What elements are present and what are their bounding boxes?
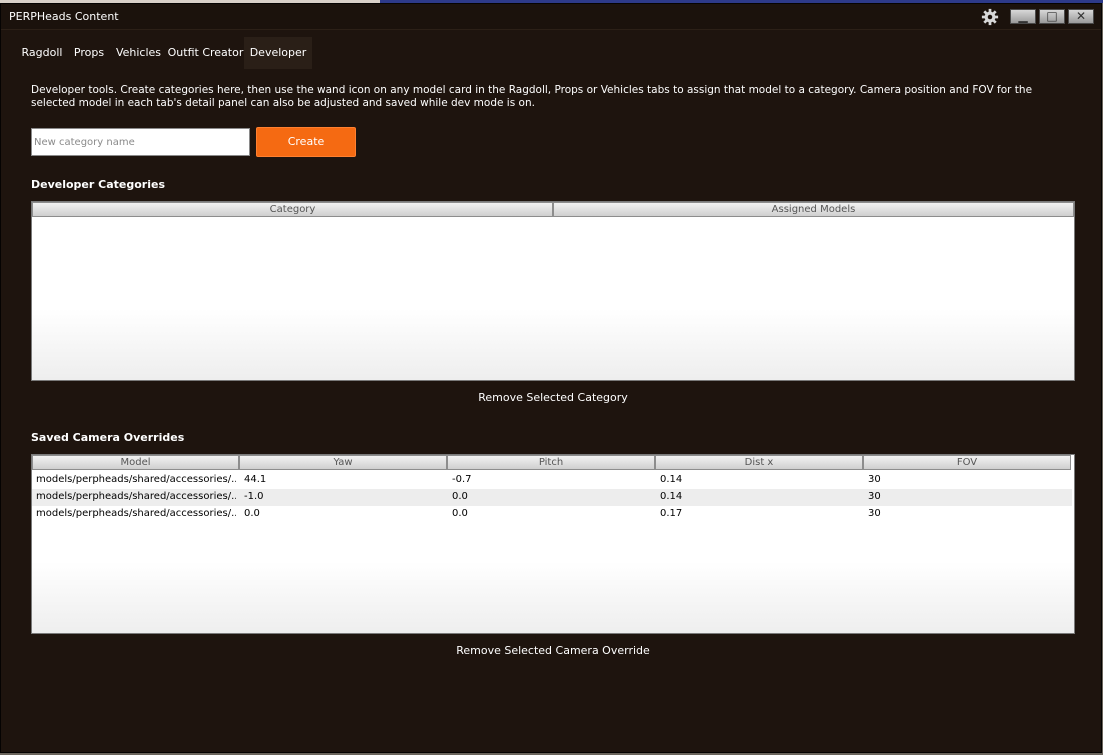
tab-outfit-creator[interactable]: Outfit Creator (167, 37, 244, 69)
cell-fov: 30 (868, 508, 881, 519)
table-row[interactable]: models/perpheads/shared/accessories/... … (32, 506, 1072, 523)
camera-overrides-title: Saved Camera Overrides (31, 431, 185, 444)
category-name-input[interactable]: New category name (31, 128, 250, 156)
column-header-assigned-models[interactable]: Assigned Models (553, 202, 1074, 217)
create-category-button[interactable]: Create (256, 127, 356, 157)
table-row[interactable]: models/perpheads/shared/accessories/... … (32, 489, 1072, 506)
content-window: PERPHeads Content ▁ □ ✕ Ragdoll Props Ve… (0, 3, 1102, 753)
minimize-button[interactable]: ▁ (1010, 9, 1036, 24)
tab-ragdoll[interactable]: Ragdoll (16, 37, 68, 69)
developer-categories-title: Developer Categories (31, 178, 165, 191)
cell-model: models/perpheads/shared/accessories/... (36, 508, 236, 519)
categories-list[interactable]: Category Assigned Models (31, 201, 1075, 381)
cell-pitch: -0.7 (452, 474, 472, 485)
close-button[interactable]: ✕ (1068, 9, 1094, 24)
developer-description: Developer tools. Create categories here,… (31, 84, 1033, 109)
cell-dist: 0.17 (660, 508, 683, 519)
cell-model: models/perpheads/shared/accessories/... (36, 491, 236, 502)
cell-pitch: 0.0 (452, 508, 468, 519)
camera-overrides-list[interactable]: Model Yaw Pitch Dist x FOV models/perphe… (31, 454, 1075, 634)
cell-yaw: 0.0 (244, 508, 260, 519)
maximize-icon: □ (1046, 9, 1058, 23)
cell-model: models/perpheads/shared/accessories/... (36, 474, 236, 485)
cell-yaw: 44.1 (244, 474, 267, 485)
cell-fov: 30 (868, 491, 881, 502)
tab-props[interactable]: Props (68, 37, 110, 69)
column-header-dist[interactable]: Dist x (655, 455, 863, 470)
title-bar[interactable]: PERPHeads Content ▁ □ ✕ (1, 4, 1101, 30)
cell-pitch: 0.0 (452, 491, 468, 502)
column-header-pitch[interactable]: Pitch (447, 455, 655, 470)
remove-category-button[interactable]: Remove Selected Category (31, 391, 1075, 404)
cell-fov: 30 (868, 474, 881, 485)
column-header-category[interactable]: Category (32, 202, 553, 217)
cell-dist: 0.14 (660, 474, 683, 485)
minimize-icon: ▁ (1018, 9, 1028, 23)
remove-camera-override-button[interactable]: Remove Selected Camera Override (31, 644, 1075, 657)
maximize-button[interactable]: □ (1039, 9, 1065, 24)
window-title: PERPHeads Content (9, 10, 119, 23)
close-icon: ✕ (1075, 9, 1087, 23)
cell-dist: 0.14 (660, 491, 683, 502)
cell-yaw: -1.0 (244, 491, 264, 502)
column-header-model[interactable]: Model (32, 455, 239, 470)
tab-developer[interactable]: Developer (244, 37, 312, 69)
column-header-yaw[interactable]: Yaw (239, 455, 447, 470)
gear-icon[interactable] (981, 8, 999, 26)
table-row[interactable]: models/perpheads/shared/accessories/... … (32, 472, 1072, 489)
tab-vehicles[interactable]: Vehicles (110, 37, 167, 69)
column-header-fov[interactable]: FOV (863, 455, 1071, 470)
